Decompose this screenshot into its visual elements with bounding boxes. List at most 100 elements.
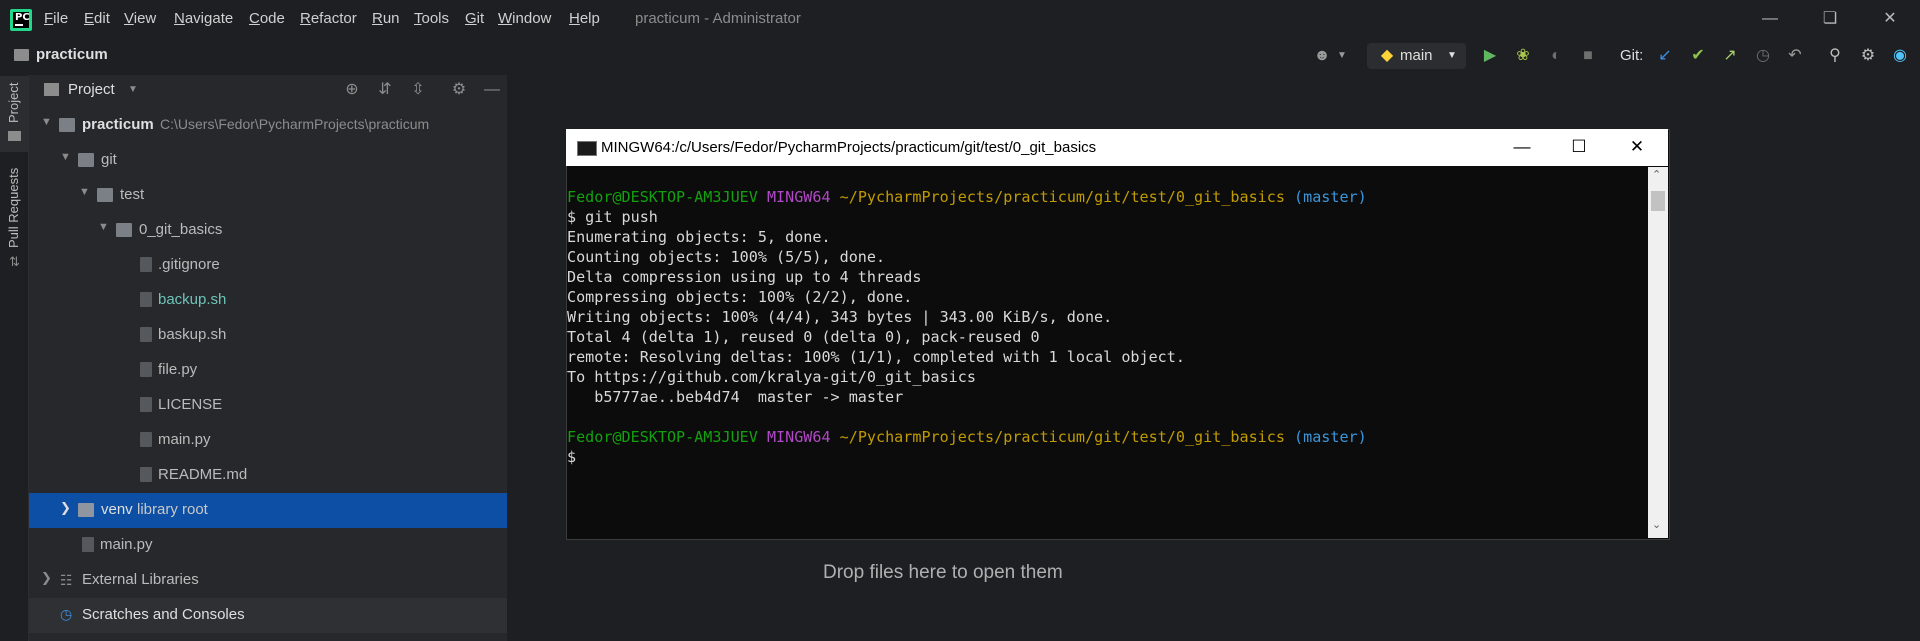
panel-title[interactable]: Project [68,81,115,98]
tree-row-basics[interactable]: ▼ 0_git_basics [29,213,507,248]
menu-tools[interactable]: Tools [414,10,449,27]
tree-row-scratches[interactable]: ◷ Scratches and Consoles [29,598,507,633]
scroll-up-icon[interactable]: ⌃ [1652,168,1661,181]
folder-icon [78,153,94,167]
menu-code[interactable]: Code [249,10,285,27]
menu-run[interactable]: Run [372,10,400,27]
tree-row-test[interactable]: ▼ test [29,178,507,213]
shell-file-icon [140,327,152,342]
folder-icon [116,223,132,237]
tree-venv-note: library root [137,501,208,518]
run-icon[interactable]: ▶ [1478,44,1502,68]
tool-window-stripe [0,75,29,641]
menu-navigate[interactable]: Navigate [174,10,233,27]
tree-file-label: main.py [158,431,211,448]
tree-row-file[interactable]: main.py [29,423,507,458]
prompt-cwd: ~/PycharmProjects/practicum/git/test/0_g… [839,188,1285,206]
menu-window[interactable]: Window [498,10,551,27]
gear-icon[interactable]: ⚙ [447,78,471,102]
chevron-down-icon[interactable]: ▼ [79,186,90,198]
tree-label-scratches: Scratches and Consoles [82,606,245,623]
maximize-icon[interactable]: ☐ [1559,134,1599,160]
tree-row-root[interactable]: ▼ practicum C:\Users\Fedor\PycharmProjec… [29,108,507,143]
history-icon[interactable]: ◷ [1751,44,1775,68]
search-icon[interactable]: ⚲ [1823,44,1847,68]
restore-icon[interactable]: ❏ [1815,6,1845,32]
chevron-down-icon[interactable]: ▼ [128,84,138,95]
minimize-icon[interactable]: — [1755,6,1785,32]
terminal-icon [577,141,597,156]
minimize-icon[interactable]: — [1502,134,1542,160]
prompt-user: Fedor@DESKTOP-AM3JUEV [567,428,758,446]
menu-file[interactable]: File [44,10,68,27]
git-commit-icon[interactable]: ✔ [1686,44,1710,68]
chevron-down-icon[interactable]: ▼ [60,151,71,163]
breadcrumb-project[interactable]: practicum [36,46,108,63]
hide-icon[interactable]: — [480,78,504,102]
tree-row-file[interactable]: LICENSE [29,388,507,423]
tree-row-git[interactable]: ▼ git [29,143,507,178]
tree-label-venv: venv [101,501,133,518]
tree-file-label: backup.sh [158,291,227,308]
tree-row-file[interactable]: .gitignore [29,248,507,283]
output-line: Counting objects: 100% (5/5), done. [567,248,886,266]
folder-icon [59,118,75,132]
terminal-scrollbar[interactable] [1648,167,1668,538]
python-icon: ◆ [1380,47,1394,64]
gear-icon[interactable]: ⚙ [1856,44,1880,68]
tree-row-file[interactable]: README.md [29,458,507,493]
prompt-env: MINGW64 [766,188,831,206]
window-title: practicum - Administrator [635,10,801,27]
tree-file-label: README.md [158,466,248,483]
terminal-output[interactable]: Fedor@DESKTOP-AM3JUEV MINGW64 ~/PycharmP… [567,187,1647,467]
drop-hint: Drop files here to open them [823,562,1063,583]
chevron-down-icon[interactable]: ▼ [98,221,109,233]
output-line: b5777ae..beb4d74 master -> master [567,388,904,406]
tree-row-file[interactable]: backup.sh [29,283,507,318]
menu-git[interactable]: Git [465,10,484,27]
coverage-icon[interactable]: ◐ [1544,44,1568,68]
tab-project[interactable]: Project [6,83,21,123]
python-file-icon [82,537,94,552]
scroll-down-icon[interactable]: ⌄ [1652,518,1661,531]
gitignore-file-icon [140,257,152,272]
tree-row-file[interactable]: file.py [29,353,507,388]
chevron-down-icon[interactable]: ▼ [1330,44,1354,68]
menu-refactor[interactable]: Refactor [300,10,357,27]
tree-row-file[interactable]: baskup.sh [29,318,507,353]
chevron-right-icon[interactable]: ❯ [41,570,52,586]
close-icon[interactable]: ✕ [1617,134,1657,160]
command-line: $ git push [567,208,658,226]
git-toolbar-label: Git: [1620,47,1644,64]
expand-all-icon[interactable]: ⇵ [373,78,397,102]
scratches-icon: ◷ [60,606,73,622]
chevron-down-icon[interactable]: ▼ [41,116,52,128]
output-line: Enumerating objects: 5, done. [567,228,831,246]
run-config-label: main [1400,47,1433,64]
chevron-right-icon[interactable]: ❯ [60,500,71,516]
tab-pull-requests[interactable]: Pull Requests [6,168,21,248]
output-line: Delta compression using up to 4 threads [567,268,922,286]
folder-icon [14,49,29,61]
scrollbar-thumb[interactable] [1651,191,1665,211]
jetbrains-icon[interactable]: ◉ [1888,44,1912,68]
git-push-icon[interactable]: ↗ [1718,44,1742,68]
debug-icon[interactable]: ❀ [1511,44,1535,68]
tree-row-file[interactable]: main.py [29,528,507,563]
pycharm-logo-icon: PC [10,9,32,31]
collapse-all-icon[interactable]: ⇳ [406,78,430,102]
rollback-icon[interactable]: ↶ [1783,44,1807,68]
menu-view[interactable]: View [124,10,156,27]
menu-help[interactable]: Help [569,10,600,27]
root-path: C:\Users\Fedor\PycharmProjects\practicum [160,116,430,132]
close-icon[interactable]: ✕ [1875,6,1905,32]
stop-icon[interactable]: ■ [1576,44,1600,68]
tree-row-venv[interactable]: ❯ venv library root [29,493,507,528]
tree-row-external[interactable]: ❯ ☷ External Libraries [29,563,507,598]
git-update-icon[interactable]: ↙ [1653,44,1677,68]
tree-label-test: test [120,186,145,203]
chevron-down-icon[interactable]: ▼ [1440,44,1464,68]
tree-file-label: baskup.sh [158,326,227,343]
locate-icon[interactable]: ⊕ [340,78,364,102]
menu-edit[interactable]: Edit [84,10,110,27]
